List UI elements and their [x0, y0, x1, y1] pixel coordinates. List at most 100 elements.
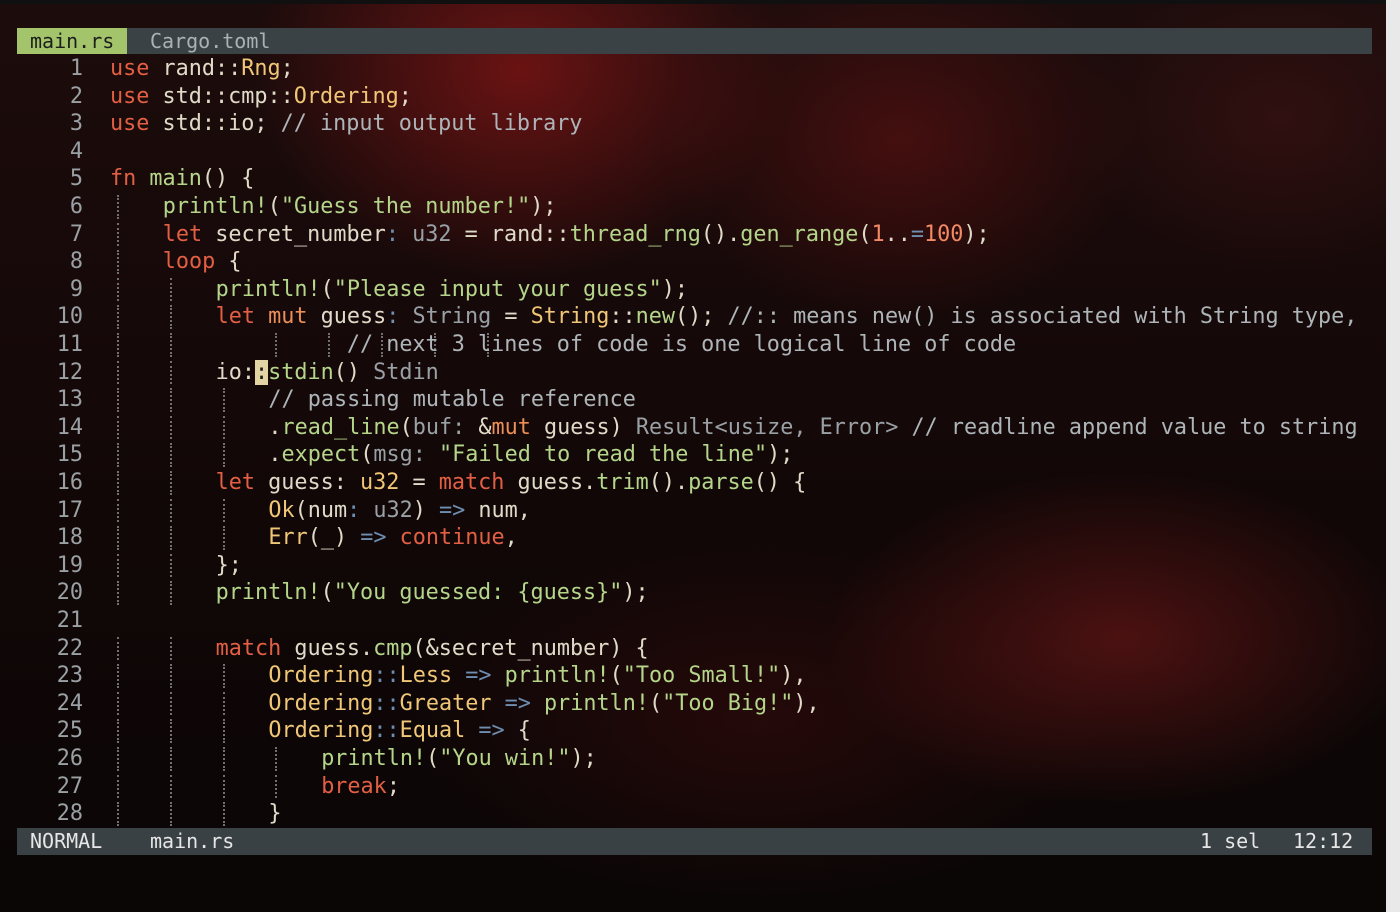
indent-guide — [222, 691, 225, 716]
buffer-tab-bar: main.rs Cargo.toml — [17, 28, 1372, 54]
code-line[interactable]: 12 io::stdin() Stdin — [17, 359, 1372, 387]
code-line[interactable]: 16 let guess: u32 = match guess.trim().pa… — [17, 469, 1372, 497]
code-text: println!("Please input your guess"); — [216, 276, 688, 304]
code-token: println! — [215, 580, 321, 606]
status-file-name: main.rs — [150, 829, 235, 853]
line-number: 8 — [69, 249, 83, 275]
code-line[interactable]: 23 Ordering::Less => println!("Too Small!… — [17, 662, 1372, 690]
code-token: , — [504, 525, 518, 551]
tab-main-rs[interactable]: main.rs — [17, 28, 128, 54]
code-line[interactable]: 3 use std::io; // input output library — [17, 110, 1372, 138]
tab-cargo-toml[interactable]: Cargo.toml — [137, 28, 283, 54]
code-line[interactable]: 7 let secret_number: u32 = rand::thread_r… — [17, 221, 1372, 249]
code-text: match guess.cmp(&secret_number) { — [216, 635, 649, 663]
indent-guide — [222, 747, 225, 771]
indent-guide — [169, 636, 172, 661]
code-line[interactable]: 19}; — [17, 552, 1372, 580]
line-number: 6 — [69, 194, 83, 219]
code-token: Equal — [399, 718, 466, 744]
code-token: "You win!" — [439, 746, 571, 771]
mode-indicator: NORMAL — [30, 829, 103, 853]
code-text: fn main() { — [110, 165, 254, 193]
code-token: } — [268, 801, 282, 827]
indent-guide — [117, 664, 119, 688]
code-token: = — [491, 304, 531, 330]
code-token: parse — [688, 470, 754, 495]
code-line[interactable]: 1 use rand::Rng; — [17, 55, 1372, 83]
code-line[interactable]: 4 — [17, 138, 1372, 166]
code-token: => — [360, 525, 387, 551]
code-line[interactable]: 27 break; — [17, 773, 1372, 801]
code-token: ; — [398, 83, 412, 109]
code-token: num, — [465, 497, 531, 523]
code-line[interactable]: 25 Ordering::Equal => { — [17, 717, 1372, 745]
code-token: Ordering — [268, 718, 374, 744]
code-line[interactable]: 11 // next 3 lines of code is one logica… — [17, 331, 1372, 359]
code-token: Stdin — [373, 359, 439, 385]
code-token: ( — [426, 746, 440, 771]
line-number: 7 — [69, 221, 83, 247]
line-number: 1 — [69, 56, 83, 81]
code-token: secret_number — [202, 221, 386, 247]
code-token: // input output library — [280, 111, 583, 137]
code-line[interactable]: 18 Err(_) => continue, — [17, 524, 1372, 552]
code-text: // next 3 lines of code is one logical l… — [215, 331, 1017, 359]
code-token: let — [215, 470, 255, 495]
code-line[interactable]: 13 // passing mutable reference — [17, 386, 1372, 414]
code-line[interactable]: 5 fn main() { — [17, 165, 1372, 193]
code-line[interactable]: 6 println!("Guess the number!"); — [17, 193, 1372, 221]
code-token: ( — [360, 442, 374, 468]
code-line[interactable]: 21 — [17, 607, 1372, 635]
indent-guide — [117, 305, 119, 329]
code-text: Err(_) => continue, — [268, 524, 517, 552]
code-line[interactable]: 2 use std::cmp::Ordering; — [17, 83, 1372, 111]
code-token: Ok — [268, 497, 295, 523]
code-token: u32 — [359, 470, 400, 495]
window-top-edge — [0, 0, 1386, 4]
indent-guide — [169, 526, 172, 550]
code-token: ); — [530, 194, 557, 219]
code-line[interactable]: 22 match guess.cmp(&secret_number) { — [17, 635, 1372, 663]
code-token: :: — [373, 718, 400, 744]
code-token: ); — [767, 442, 794, 468]
line-number: 3 — [69, 111, 83, 137]
code-token: : — [385, 221, 400, 247]
code-line[interactable]: 24 Ordering::Greater => println!("Too Big… — [17, 690, 1372, 718]
code-token: println! — [162, 194, 268, 219]
code-token: stdin — [268, 359, 334, 385]
code-token: => — [452, 663, 492, 689]
code-token: ); — [963, 221, 990, 247]
code-line[interactable]: 8 loop { — [17, 248, 1372, 276]
code-line[interactable]: 14 .read_line(buf: &mut guess) Result<usi… — [17, 414, 1372, 442]
indent-guide — [117, 360, 119, 385]
code-line[interactable]: 10 let mut guess: String = String::new();… — [17, 303, 1372, 331]
indent-guide — [117, 581, 119, 605]
code-token: }; — [215, 552, 242, 578]
code-token: gen_range — [740, 221, 859, 247]
code-token: match — [215, 635, 282, 661]
code-line[interactable]: 28} — [17, 800, 1372, 828]
indent-guide — [222, 526, 225, 550]
code-token: trim — [596, 470, 649, 495]
code-line[interactable]: 15 .expect(msg: "Failed to read the line"… — [17, 441, 1372, 469]
code-token: ); — [622, 580, 649, 606]
line-number: 11 — [56, 332, 83, 357]
code-token: ( — [320, 580, 334, 606]
code-area[interactable]: 1 use rand::Rng; 2 use std::cmp::Ordering; 3… — [17, 55, 1372, 855]
indent-guide — [222, 664, 225, 688]
indent-guide — [169, 471, 172, 495]
code-line[interactable]: 9 println!("Please input your guess"); — [17, 276, 1372, 304]
code-token: io: — [215, 359, 255, 385]
code-text: io::stdin() Stdin — [216, 359, 439, 387]
code-token: rand:: — [149, 56, 242, 81]
code-line[interactable]: 17 Ok(num: u32) => num, — [17, 497, 1372, 525]
code-text: // passing mutable reference — [268, 386, 635, 414]
code-token: println! — [321, 746, 427, 771]
code-token: Ordering — [268, 663, 374, 689]
code-token: String — [530, 304, 610, 330]
code-line[interactable]: 26 println!("You win!"); — [17, 745, 1372, 773]
code-token: // next 3 lines of code is one logical l… — [215, 332, 1017, 357]
code-line[interactable]: 20 println!("You guessed: {guess}"); — [17, 579, 1372, 607]
code-text: } — [268, 800, 281, 828]
code-token: = — [910, 221, 924, 247]
